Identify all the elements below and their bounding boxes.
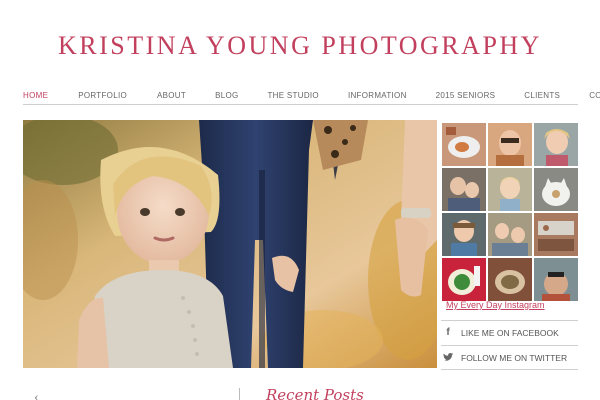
- site-title[interactable]: KRISTINA YOUNG PHOTOGRAPHY: [0, 31, 600, 61]
- instagram-thumb[interactable]: [442, 168, 486, 211]
- instagram-thumb[interactable]: [488, 258, 532, 301]
- divider: [441, 369, 578, 370]
- facebook-label: LIKE ME ON FACEBOOK: [461, 327, 559, 338]
- instagram-thumb[interactable]: [534, 123, 578, 166]
- instagram-thumb[interactable]: [534, 258, 578, 301]
- nav-2015-seniors[interactable]: 2015 SENIORS: [436, 90, 496, 102]
- nav-portfolio[interactable]: PORTFOLIO: [78, 90, 127, 102]
- instagram-thumb[interactable]: [534, 168, 578, 211]
- hero-photo: [23, 120, 437, 368]
- nav-information[interactable]: INFORMATION: [348, 90, 407, 102]
- facebook-icon: f: [446, 327, 450, 338]
- facebook-link[interactable]: f LIKE ME ON FACEBOOK: [441, 320, 578, 344]
- recent-posts-heading: Recent Posts: [266, 386, 364, 400]
- instagram-thumb[interactable]: [442, 258, 486, 301]
- nav-the-studio[interactable]: THE STUDIO: [268, 90, 319, 102]
- twitter-link[interactable]: FOLLOW ME ON TWITTER: [441, 345, 578, 369]
- nav-blog[interactable]: BLOG: [215, 90, 238, 102]
- twitter-icon: [441, 353, 455, 362]
- instagram-thumb[interactable]: [534, 213, 578, 256]
- instagram-thumb[interactable]: [488, 213, 532, 256]
- left-arrow-icon[interactable]: ‹: [34, 390, 39, 400]
- main-nav: HOME PORTFOLIO ABOUT BLOG THE STUDIO INF…: [23, 87, 600, 105]
- instagram-link[interactable]: My Every Day Instagram: [446, 300, 545, 310]
- divider: [239, 388, 240, 400]
- nav-home[interactable]: HOME: [23, 90, 48, 102]
- instagram-thumb[interactable]: [442, 213, 486, 256]
- nav-contact[interactable]: CONTACT: [589, 90, 600, 102]
- instagram-thumb[interactable]: [488, 168, 532, 211]
- instagram-grid: [442, 123, 578, 301]
- nav-clients[interactable]: CLIENTS: [524, 90, 560, 102]
- instagram-thumb[interactable]: [442, 123, 486, 166]
- nav-about[interactable]: ABOUT: [157, 90, 186, 102]
- instagram-thumb[interactable]: [488, 123, 532, 166]
- twitter-label: FOLLOW ME ON TWITTER: [461, 352, 568, 363]
